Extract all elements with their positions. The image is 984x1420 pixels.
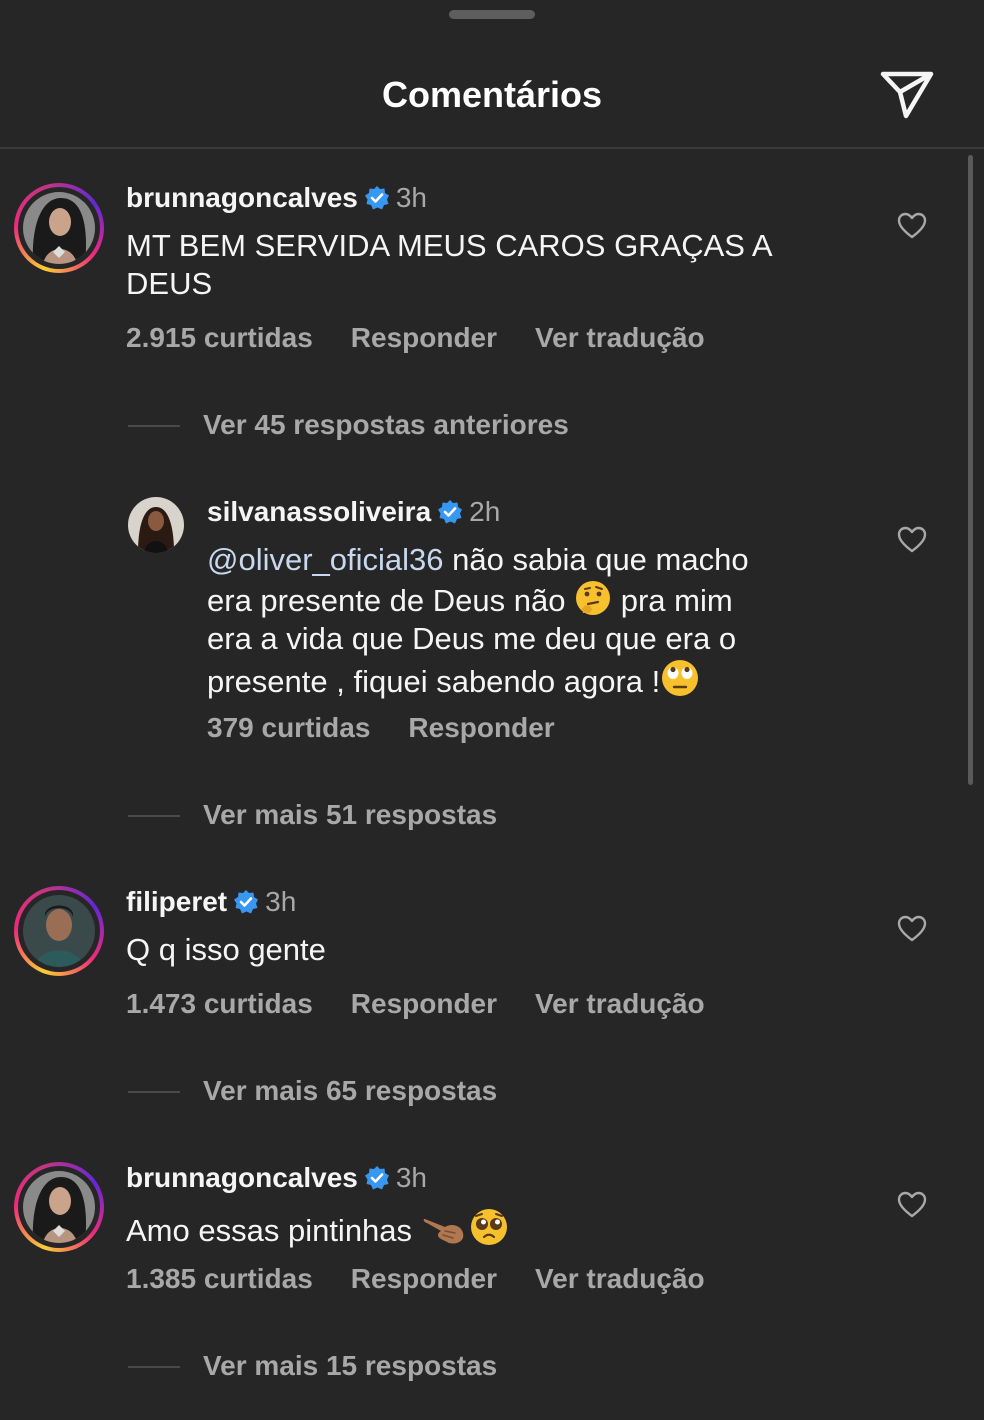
comment-author[interactable]: silvanassoliveira 2h	[207, 496, 500, 528]
comment-author[interactable]: brunnagoncalves 3h	[126, 1162, 427, 1194]
avatar[interactable]	[128, 497, 184, 553]
view-replies-button[interactable]: Ver mais 65 respostas	[203, 1075, 497, 1107]
eye-roll-emoji-icon	[662, 660, 699, 696]
mention-link[interactable]: @oliver_oficial36	[207, 542, 444, 577]
likes-count[interactable]: 2.915 curtidas	[126, 322, 313, 353]
comment-text-part: pra mim	[612, 583, 733, 618]
comment-text-part: Amo essas pintinhas	[126, 1213, 421, 1248]
like-heart-icon[interactable]	[897, 212, 927, 240]
pleading-face-emoji-icon	[470, 1209, 507, 1245]
view-replies-button[interactable]: Ver mais 15 respostas	[203, 1350, 497, 1382]
translate-button[interactable]: Ver tradução	[535, 988, 705, 1019]
like-heart-icon[interactable]	[897, 1191, 927, 1219]
comment-text-part: era presente de Deus não	[207, 583, 566, 618]
header-divider	[0, 147, 984, 149]
comment-author[interactable]: brunnagoncalves 3h	[126, 182, 427, 214]
replies-divider	[128, 1366, 180, 1368]
reply-button[interactable]: Responder	[351, 988, 497, 1019]
username-text[interactable]: brunnagoncalves	[126, 182, 358, 213]
reply-button[interactable]: Responder	[351, 322, 497, 353]
thinking-face-emoji-icon	[576, 581, 611, 615]
send-icon[interactable]	[878, 68, 936, 122]
comment-actions: 2.915 curtidas Responder Ver tradução	[126, 322, 743, 354]
like-heart-icon[interactable]	[897, 915, 927, 943]
page-title: Comentários	[381, 74, 603, 115]
comment-time: 3h	[395, 1162, 427, 1193]
username-text[interactable]: filiperet	[126, 886, 227, 917]
comment-text: @oliver_oficial36 não sabia que macho er…	[207, 541, 847, 701]
verified-badge-icon	[364, 1166, 389, 1190]
comment-text: Amo essas pintinhas	[126, 1207, 826, 1250]
comments-sheet: Comentários brunnagoncalves 3h MT BEM SER…	[0, 0, 984, 1420]
avatar[interactable]	[14, 886, 104, 976]
translate-button[interactable]: Ver tradução	[535, 1263, 705, 1294]
replies-divider	[128, 1091, 180, 1093]
comment-actions: 1.385 curtidas Responder Ver tradução	[126, 1263, 743, 1295]
comment-text-part: presente , fiquei sabendo agora !	[207, 664, 661, 699]
replies-divider	[128, 815, 180, 817]
likes-count[interactable]: 1.473 curtidas	[126, 988, 313, 1019]
comment-text-part: não sabia que macho	[443, 542, 749, 577]
comment-time: 3h	[395, 182, 427, 213]
like-heart-icon[interactable]	[897, 526, 927, 554]
comment-author[interactable]: filiperet 3h	[126, 886, 296, 918]
verified-badge-icon	[364, 186, 389, 210]
verified-badge-icon	[234, 890, 259, 914]
likes-count[interactable]: 1.385 curtidas	[126, 1263, 313, 1294]
username-text[interactable]: brunnagoncalves	[126, 1162, 358, 1193]
comment-text: Q q isso gente	[126, 932, 326, 967]
reply-button[interactable]: Responder	[351, 1263, 497, 1294]
drag-handle[interactable]	[449, 10, 535, 19]
comment-text-part: era a vida que Deus me deu que era o	[207, 621, 737, 656]
view-replies-button[interactable]: Ver mais 51 respostas	[203, 799, 497, 831]
pointing-hand-emoji-icon	[423, 1218, 463, 1244]
username-text[interactable]: silvanassoliveira	[207, 496, 431, 527]
replies-divider	[128, 425, 180, 427]
view-replies-button[interactable]: Ver 45 respostas anteriores	[203, 409, 569, 441]
comment-time: 2h	[469, 496, 501, 527]
translate-button[interactable]: Ver tradução	[535, 322, 705, 353]
avatar[interactable]	[14, 183, 104, 273]
scrollbar[interactable]	[968, 155, 973, 785]
comment-actions: 379 curtidas Responder	[207, 712, 593, 744]
comment-actions: 1.473 curtidas Responder Ver tradução	[126, 988, 743, 1020]
avatar[interactable]	[14, 1162, 104, 1252]
reply-button[interactable]: Responder	[408, 712, 554, 743]
verified-badge-icon	[438, 500, 463, 524]
comment-time: 3h	[265, 886, 297, 917]
likes-count[interactable]: 379 curtidas	[207, 712, 370, 743]
comment-text: MT BEM SERVIDA MEUS CAROS GRAÇAS A DEUS	[126, 228, 771, 301]
